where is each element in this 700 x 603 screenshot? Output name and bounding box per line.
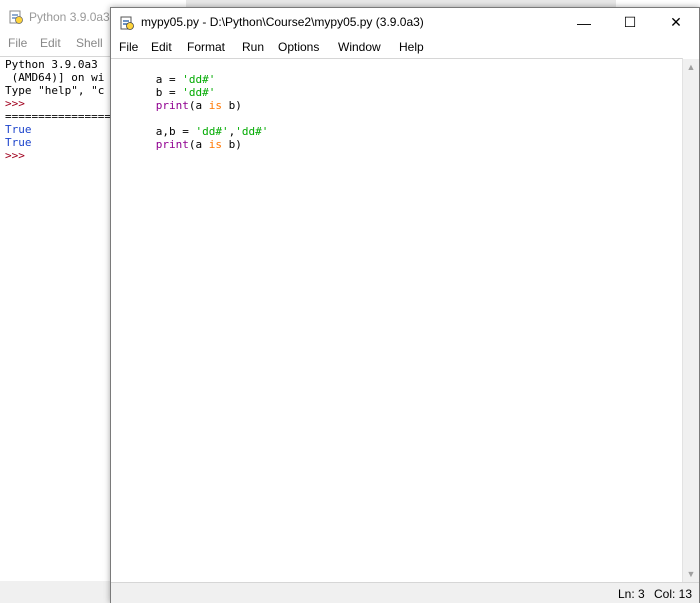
menu-edit[interactable]: Edit (151, 40, 172, 54)
shell-output: True (5, 136, 32, 149)
code-line: print(a is b) (116, 86, 242, 112)
code-line: a,b = 'dd#','dd#' (116, 112, 269, 138)
shell-menu-edit[interactable]: Edit (40, 36, 61, 50)
status-bar: Ln: 3 Col: 13 (111, 582, 699, 603)
shell-line: Type "help", "c (5, 84, 105, 97)
line-indicator: Ln: 3 (618, 587, 645, 601)
shell-line: (AMD64)] on wi (5, 71, 105, 84)
shell-bottom-edge (0, 581, 110, 603)
menu-run[interactable]: Run (242, 40, 264, 54)
menu-format[interactable]: Format (187, 40, 225, 54)
shell-menu-file[interactable]: File (8, 36, 27, 50)
python-idle-icon (120, 16, 134, 30)
code-token: b) (222, 138, 242, 151)
keyword-token: is (208, 99, 222, 112)
maximize-icon: ☐ (623, 14, 637, 30)
minimize-icon: — (577, 14, 591, 31)
vertical-scrollbar[interactable]: ▲ ▼ (683, 59, 699, 582)
menu-window[interactable]: Window (338, 40, 381, 54)
chevron-down-icon[interactable]: ▼ (683, 566, 699, 582)
chevron-up-icon[interactable]: ▲ (683, 59, 699, 75)
editor-titlebar[interactable]: mypy05.py - D:\Python\Course2\mypy05.py … (111, 8, 699, 37)
shell-restart-line: ================ (5, 110, 110, 123)
shell-output: True (5, 123, 32, 136)
window-title: mypy05.py - D:\Python\Course2\mypy05.py … (141, 15, 424, 29)
shell-line: Python 3.9.0a3 (5, 58, 98, 71)
builtin-token: print (155, 99, 189, 112)
shell-title: Python 3.9.0a3 (29, 10, 110, 24)
builtin-token: print (155, 138, 189, 151)
code-editor[interactable]: a = 'dd#' b = 'dd#' print(a is b) a,b = … (111, 58, 683, 583)
python-idle-icon (9, 10, 23, 24)
menu-help[interactable]: Help (399, 40, 424, 54)
editor-window[interactable]: mypy05.py - D:\Python\Course2\mypy05.py … (110, 7, 700, 603)
shell-text-area[interactable]: Python 3.9.0a3 (AMD64)] on wi Type "help… (0, 56, 110, 582)
code-line: b = 'dd#' (116, 73, 216, 99)
keyword-token: is (208, 138, 222, 151)
shell-prompt: >>> (5, 149, 25, 162)
editor-menubar: File Edit Format Run Options Window Help (111, 37, 699, 58)
code-line: print(a is b) (116, 125, 242, 151)
menu-file[interactable]: File (119, 40, 138, 54)
code-token: b) (222, 99, 242, 112)
shell-prompt: >>> (5, 97, 25, 110)
shell-menu-shell[interactable]: Shell (76, 36, 103, 50)
close-button[interactable]: ✕ (653, 8, 699, 37)
code-token: (a (188, 138, 209, 151)
menu-options[interactable]: Options (278, 40, 319, 54)
code-token: (a (188, 99, 209, 112)
code-line: a = 'dd#' (116, 60, 216, 86)
maximize-button[interactable]: ☐ (607, 8, 653, 37)
column-indicator: Col: 13 (654, 587, 693, 601)
minimize-button[interactable]: — (561, 8, 607, 37)
close-icon: ✕ (670, 14, 682, 30)
